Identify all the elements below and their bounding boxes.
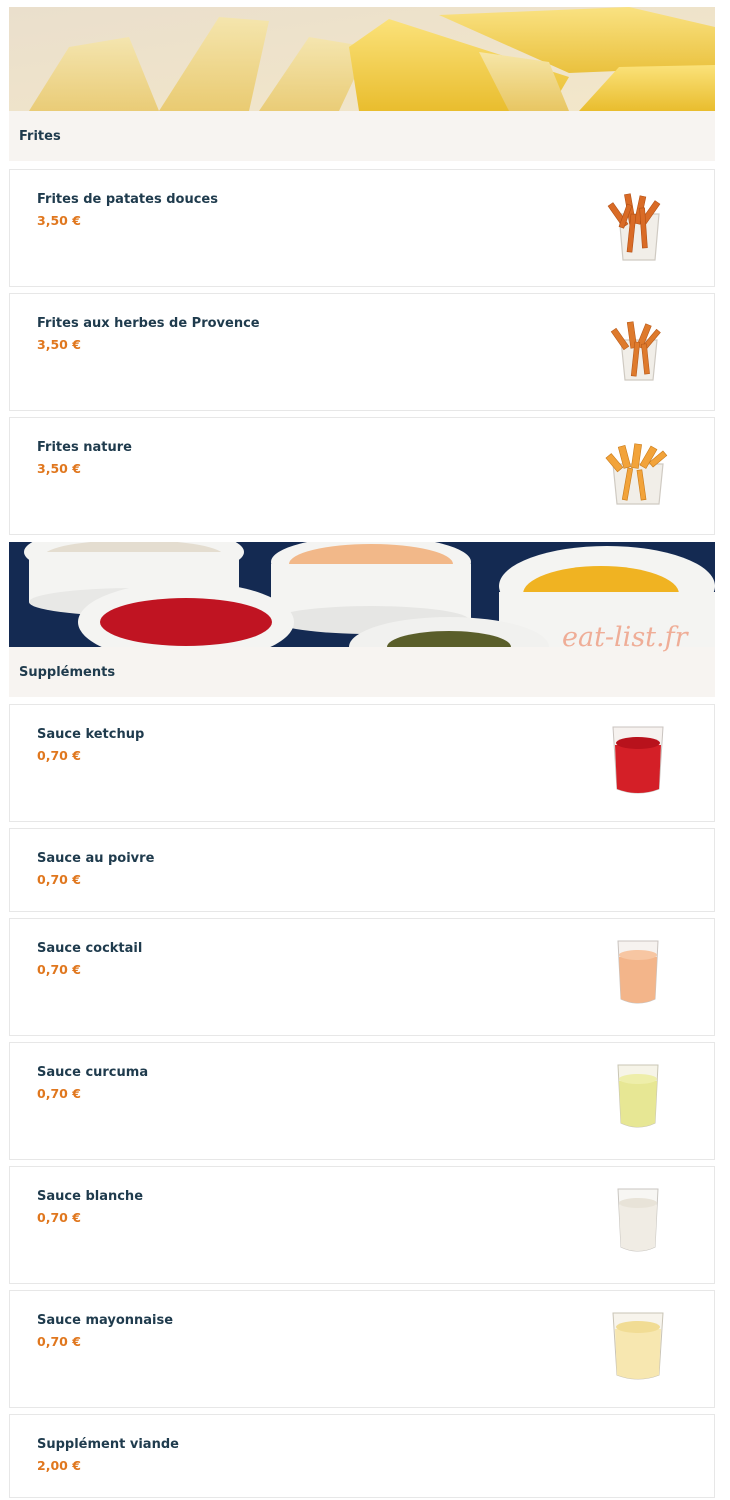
section-header-frites: Frites — [9, 111, 715, 161]
herb-fries-cup-image — [610, 321, 661, 381]
item-price: 2,00 € — [37, 1458, 81, 1473]
item-name: Sauce curcuma — [37, 1065, 149, 1080]
menu-item-frites-nature[interactable]: Frites nature 3,50 € — [9, 417, 715, 535]
plain-fries-cup-image — [605, 443, 668, 505]
white-sauce-cup-image — [617, 1188, 659, 1252]
menu-item-sauce-mayonnaise[interactable]: Sauce mayonnaise 0,70 € — [9, 1290, 715, 1408]
menu-item-sauce-curcuma[interactable]: Sauce curcuma 0,70 € — [9, 1042, 715, 1160]
menu-item-frites-herbes-provence[interactable]: Frites aux herbes de Provence 3,50 € — [9, 293, 715, 411]
item-name: Sauce au poivre — [37, 851, 155, 866]
item-name: Sauce blanche — [37, 1189, 144, 1204]
menu-item-sauce-blanche[interactable]: Sauce blanche 0,70 € — [9, 1166, 715, 1284]
item-name: Sauce mayonnaise — [37, 1313, 174, 1328]
menu-item-sauce-poivre[interactable]: Sauce au poivre 0,70 € — [9, 828, 715, 912]
item-name: Frites nature — [37, 440, 132, 455]
item-price: 0,70 € — [37, 1210, 81, 1225]
section-header-supplements: Suppléments — [9, 647, 715, 697]
item-price: 3,50 € — [37, 213, 81, 228]
menu-item-frites-patates-douces[interactable]: Frites de patates douces 3,50 € — [9, 169, 715, 287]
item-name: Sauce ketchup — [37, 727, 145, 742]
eat-list-watermark: eat-list.fr — [562, 622, 688, 653]
curcuma-sauce-cup-image — [617, 1064, 659, 1128]
mayonnaise-cup-image — [612, 1312, 664, 1380]
item-price: 0,70 € — [37, 962, 81, 977]
ketchup-cup-image — [612, 726, 664, 794]
item-price: 0,70 € — [37, 872, 81, 887]
sweet-potato-fries-cup-image — [607, 193, 661, 261]
section-frites: Frites — [9, 7, 715, 162]
item-name: Sauce cocktail — [37, 941, 143, 956]
item-name: Frites aux herbes de Provence — [37, 316, 260, 331]
menu-item-sauce-ketchup[interactable]: Sauce ketchup 0,70 € — [9, 704, 715, 822]
section-supplements: Suppléments — [9, 542, 715, 697]
item-name: Frites de patates douces — [37, 192, 218, 207]
item-price: 0,70 € — [37, 748, 81, 763]
menu-item-supplement-viande[interactable]: Supplément viande 2,00 € — [9, 1414, 715, 1498]
item-price: 0,70 € — [37, 1334, 81, 1349]
item-name: Supplément viande — [37, 1437, 179, 1452]
item-price: 3,50 € — [37, 461, 81, 476]
cocktail-sauce-cup-image — [617, 940, 659, 1004]
item-price: 3,50 € — [37, 337, 81, 352]
menu-item-sauce-cocktail[interactable]: Sauce cocktail 0,70 € — [9, 918, 715, 1036]
fries-banner-image — [9, 7, 715, 111]
item-price: 0,70 € — [37, 1086, 81, 1101]
